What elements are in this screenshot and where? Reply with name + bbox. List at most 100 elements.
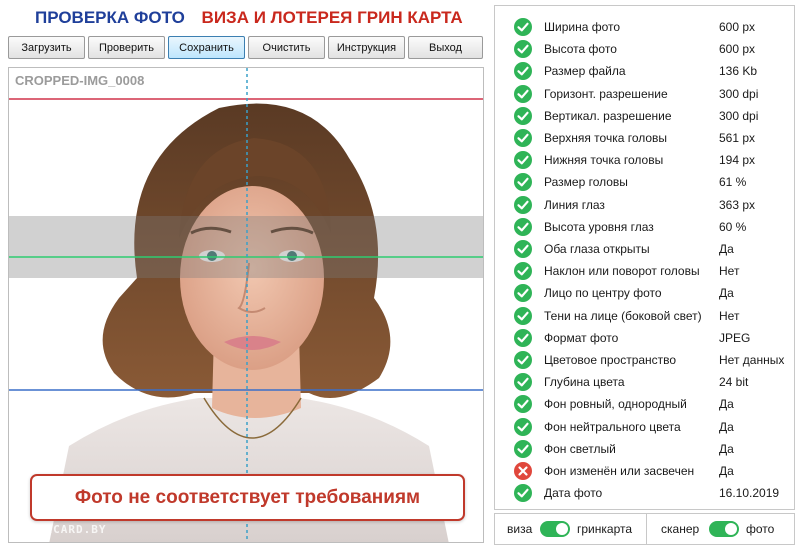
check-value: Нет: [719, 308, 740, 323]
check-value: 300 dpi: [719, 108, 759, 123]
mode-greencard-label: гринкарта: [577, 522, 633, 536]
check-value: Да: [719, 419, 734, 434]
check-row: Фон изменён или засвечен Да: [495, 460, 794, 482]
check-ok-icon: [514, 173, 532, 192]
check-row: Размер файла 136 Kb: [495, 60, 794, 82]
mode-visa-label: виза: [507, 522, 533, 536]
check-label: Высота уровня глаз: [544, 219, 654, 234]
check-ok-icon: [514, 106, 532, 125]
check-value: 600 px: [719, 42, 756, 57]
check-row: Нижняя точка головы 194 px: [495, 149, 794, 171]
check-row: Дата фото 16.10.2019: [495, 482, 794, 504]
check-label: Формат фото: [544, 330, 619, 345]
check-label: Наклон или поворот головы: [544, 264, 700, 279]
check-ok-icon: [514, 328, 532, 347]
title-visa-lottery: ВИЗА И ЛОТЕРЕЯ ГРИН КАРТА: [201, 8, 463, 27]
check-label: Линия глаз: [544, 197, 605, 212]
check-ok-icon: [514, 484, 532, 503]
check-label: Дата фото: [544, 486, 603, 501]
check-label: Фон изменён или засвечен: [544, 464, 695, 478]
check-label: Фон светлый: [544, 441, 616, 456]
check-row: Верхняя точка головы 561 px: [495, 127, 794, 149]
check-label: Горизонт. разрешение: [544, 86, 668, 101]
clear-button[interactable]: Очистить: [248, 36, 325, 59]
check-ok-icon: [514, 84, 532, 103]
check-value: Да: [719, 286, 734, 301]
check-value: Да: [719, 441, 734, 456]
check-ok-icon: [514, 129, 532, 147]
check-ok-icon: [514, 217, 532, 236]
check-row: Фон ровный, однородный Да: [495, 393, 794, 415]
source-photo-label: фото: [746, 522, 775, 536]
check-row: Глубина цвета 24 bit: [495, 371, 794, 393]
check-row: Высота уровня глаз 60 %: [495, 216, 794, 238]
check-label: Высота фото: [544, 42, 617, 57]
check-value: 561 px: [719, 131, 756, 145]
check-label: Лицо по центру фото: [544, 286, 662, 301]
file-name-label: CROPPED-IMG_0008: [15, 73, 145, 88]
check-ok-icon: [514, 151, 532, 170]
toggle-divider: [646, 514, 647, 544]
app-title: ПРОВЕРКА ФОТО ВИЗА И ЛОТЕРЕЯ ГРИН КАРТА: [35, 8, 463, 30]
photo-preview[interactable]: CROPPED-IMG_0008 GREENCARD.BY: [8, 67, 484, 543]
source-scanner-label: сканер: [661, 522, 700, 536]
check-label: Размер файла: [544, 64, 626, 79]
check-row: Оба глаза открыты Да: [495, 238, 794, 260]
source-toggle[interactable]: [709, 521, 739, 537]
check-label: Оба глаза открыты: [544, 242, 650, 256]
check-fail-icon: [514, 462, 532, 480]
source-toggle-knob: [725, 523, 737, 535]
check-row: Цветовое пространство Нет данных: [495, 349, 794, 371]
check-value: Да: [719, 464, 734, 478]
toggle-panel: виза гринкарта сканер фото: [494, 513, 795, 545]
check-ok-icon: [514, 351, 532, 369]
check-value: 60 %: [719, 219, 747, 234]
checks-panel: Ширина фото 600 px Высота фото 600 px Размер…: [494, 5, 795, 510]
check-value: 16.10.2019: [719, 486, 780, 501]
mode-toggle[interactable]: [540, 521, 570, 537]
title-check-photo: ПРОВЕРКА ФОТО: [35, 8, 185, 27]
check-row: Размер головы 61 %: [495, 171, 794, 193]
check-label: Верхняя точка головы: [544, 131, 668, 145]
check-label: Размер головы: [544, 175, 628, 190]
check-label: Фон нейтрального цвета: [544, 419, 681, 434]
check-label: Тени на лице (боковой свет): [544, 308, 702, 323]
check-ok-icon: [514, 417, 532, 436]
check-value: 24 bit: [719, 375, 749, 390]
mode-toggle-knob: [556, 523, 568, 535]
check-row: Ширина фото 600 px: [495, 16, 794, 38]
check-ok-icon: [514, 284, 532, 303]
check-button[interactable]: Проверить: [88, 36, 165, 59]
result-banner: Фото не соответствует требованиям: [30, 474, 465, 521]
check-value: Нет: [719, 264, 740, 279]
check-value: 136 Kb: [719, 64, 758, 79]
check-row: Высота фото 600 px: [495, 38, 794, 60]
check-ok-icon: [514, 40, 532, 59]
check-value: Да: [719, 242, 734, 256]
check-label: Ширина фото: [544, 20, 621, 34]
check-label: Фон ровный, однородный: [544, 397, 687, 412]
check-label: Цветовое пространство: [544, 353, 677, 367]
check-row: Лицо по центру фото Да: [495, 282, 794, 304]
check-value: 300 dpi: [719, 86, 759, 101]
check-row: Горизонт. разрешение 300 dpi: [495, 83, 794, 105]
check-ok-icon: [514, 240, 532, 258]
instruction-button[interactable]: Инструкция: [328, 36, 405, 59]
check-value: 600 px: [719, 20, 756, 34]
check-value: Да: [719, 397, 734, 412]
check-row: Формат фото JPEG: [495, 327, 794, 349]
check-value: 363 px: [719, 197, 756, 212]
check-ok-icon: [514, 306, 532, 325]
save-button[interactable]: Сохранить: [168, 36, 245, 59]
watermark-logo: GREENCARD.BY: [15, 523, 107, 536]
check-label: Глубина цвета: [544, 375, 625, 390]
check-value: JPEG: [719, 330, 751, 345]
check-ok-icon: [514, 373, 532, 392]
check-ok-icon: [514, 18, 532, 36]
check-value: Нет данных: [719, 353, 785, 367]
exit-button[interactable]: Выход: [408, 36, 483, 59]
check-value: 194 px: [719, 153, 756, 168]
check-label: Нижняя точка головы: [544, 153, 664, 168]
load-button[interactable]: Загрузить: [8, 36, 85, 59]
check-label: Вертикал. разрешение: [544, 108, 672, 123]
